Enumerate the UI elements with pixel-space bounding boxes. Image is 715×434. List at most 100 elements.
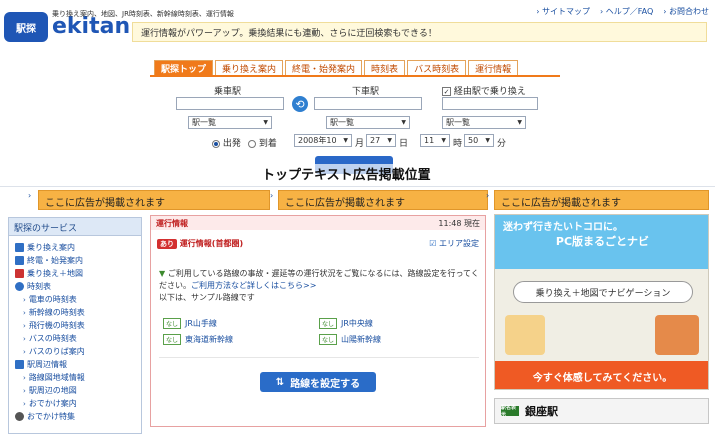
sidebar-item-transfer-map[interactable]: 乗り換え＋地図: [15, 268, 83, 279]
service-info-panel: 運行情報 11:48 現在 あり 運行情報(首都圏) ☑ エリア設定 ▼ ご利用…: [150, 215, 486, 427]
set-route-button[interactable]: ⇅ 路線を設定する: [260, 372, 376, 392]
to-label: 下車駅: [352, 87, 380, 97]
chevron-down-icon: ▼: [387, 137, 392, 144]
map-icon: [15, 269, 24, 278]
ad-slot-2[interactable]: ここに広告が掲載されます: [278, 190, 488, 210]
day-select[interactable]: 27 ▼: [366, 134, 396, 147]
from-station-input[interactable]: [176, 97, 284, 110]
arrow-icon: ›: [600, 7, 604, 16]
ad-slot-3[interactable]: ここに広告が掲載されます: [494, 190, 709, 210]
from-station-list[interactable]: 駅一覧 ▼: [188, 116, 272, 129]
line-item-chuo[interactable]: なし JR中央線: [319, 318, 373, 329]
to-station-list[interactable]: 駅一覧 ▼: [326, 116, 410, 129]
line-item-tokaido-shinkansen[interactable]: なし 東海道新幹線: [163, 334, 233, 345]
arrow-icon: ›: [23, 321, 26, 330]
main-tabs: 駅探トップ 乗り換え案内 終電・始発案内 時刻表 バス時刻表 運行情報: [154, 60, 519, 76]
sidebar-item-transfer[interactable]: 乗り換え案内: [15, 242, 75, 253]
sidebar-item-bus-stop-guide[interactable]: › バスのりば案内: [23, 346, 85, 357]
tab-underline: [150, 75, 560, 77]
month-unit: 月: [355, 139, 365, 149]
train-icon: [15, 243, 24, 252]
ad-headline: 迷わず行きたいトコロに。: [503, 222, 623, 233]
arrow-icon: ›: [23, 347, 26, 356]
arrow-icon: ›: [28, 191, 32, 200]
sidebar-item-route-map[interactable]: › 路線図地域情報: [23, 372, 85, 383]
sidebar-item-flight-timetable[interactable]: › 飛行機の時刻表: [23, 320, 85, 331]
minute-unit: 分: [497, 139, 507, 149]
beginner-icon: ▼: [159, 269, 166, 278]
tab-service-info[interactable]: 運行情報: [468, 60, 519, 76]
sidebar-title: 駅探のサービス: [9, 218, 141, 236]
ad-pill: 乗り換え＋地図でナビゲーション: [513, 281, 693, 303]
contact-link[interactable]: › お問合わせ: [663, 6, 709, 17]
depart-radio[interactable]: [212, 139, 220, 148]
chevron-down-icon: ▼: [263, 119, 268, 126]
arrow-icon: ›: [23, 308, 26, 317]
sidebar-item-station-map[interactable]: › 駅周辺の地図: [23, 385, 77, 396]
ad-slot-1[interactable]: ここに広告が掲載されます: [38, 190, 270, 210]
depart-option[interactable]: 出発: [212, 136, 241, 149]
logo-badge: 駅探: [4, 12, 48, 42]
tab-bus-timetable[interactable]: バス時刻表: [407, 60, 467, 76]
sidebar-item-shinkansen-timetable[interactable]: › 新幹線の時刻表: [23, 307, 85, 318]
top-text-ad-headline: トップテキスト広告掲載位置: [262, 164, 431, 183]
swap-stations-icon[interactable]: ⟲: [292, 96, 308, 112]
arrow-icon: ›: [23, 295, 26, 304]
sidebar-item-last-first-train[interactable]: 終電・始発案内: [15, 255, 83, 266]
hour-select[interactable]: 11 ▼: [420, 134, 450, 147]
sidebar-item-outing-guide[interactable]: › おでかけ案内: [23, 398, 77, 409]
sitemap-link[interactable]: › サイトマップ: [536, 6, 590, 17]
route-icon: ⇅: [275, 376, 285, 388]
from-label: 乗車駅: [214, 87, 242, 97]
area-settings-link[interactable]: ☑ エリア設定: [429, 238, 479, 249]
sidebar-item-timetable[interactable]: 時刻表: [15, 281, 51, 292]
panel-title: 運行情報: [156, 219, 188, 228]
top-links: › サイトマップ › ヘルプ／FAQ › お問合わせ: [536, 6, 709, 17]
station-name: 銀座駅: [525, 405, 558, 418]
arrive-radio[interactable]: [248, 139, 256, 148]
panel-header: 運行情報 11:48 現在: [151, 216, 485, 230]
help-faq-link[interactable]: › ヘルプ／FAQ: [600, 6, 653, 17]
region-link[interactable]: 首都圏: [215, 239, 239, 248]
chevron-down-icon: ▼: [343, 137, 348, 144]
sidebar-item-bus-timetable[interactable]: › バスの時刻表: [23, 333, 77, 344]
arrive-option[interactable]: 到着: [248, 136, 277, 149]
navi-ad-banner[interactable]: 迷わず行きたいトコロに。 PC版まるごとナビ 乗り換え＋地図でナビゲーション 今…: [494, 214, 709, 390]
tab-transfer[interactable]: 乗り換え案内: [215, 60, 284, 76]
via-option[interactable]: ✓ 経由駅で乗り換え: [442, 84, 526, 97]
arrow-icon: ›: [23, 386, 26, 395]
status-badge: なし: [163, 318, 182, 329]
station-box[interactable]: 駅名表示 銀座駅: [494, 398, 709, 424]
divider: [0, 186, 715, 187]
sidebar-item-train-timetable[interactable]: › 電車の時刻表: [23, 294, 77, 305]
day-unit: 日: [399, 139, 409, 149]
tab-timetable[interactable]: 時刻表: [364, 60, 406, 76]
howto-link[interactable]: ご利用方法など詳しくはこちら>>: [191, 281, 316, 290]
chevron-down-icon: ▼: [401, 119, 406, 126]
line-item-yamanote[interactable]: なし JR山手線: [163, 318, 217, 329]
minute-select[interactable]: 50 ▼: [464, 134, 494, 147]
sidebar-item-outing-feature[interactable]: おでかけ特集: [15, 411, 75, 422]
to-station-input[interactable]: [314, 97, 422, 110]
notice-banner[interactable]: 運行情報がパワーアップ。乗換結果にも連動、さらに迂回検索もできる！: [132, 22, 707, 42]
service-links: 乗り換え案内、地図、JR時刻表、新幹線時刻表、運行情報: [52, 10, 234, 18]
tab-last-first-train[interactable]: 終電・始発案内: [285, 60, 363, 76]
ad-subheadline: PC版まるごとナビ: [555, 235, 650, 248]
sidebar-item-station-area[interactable]: 駅周辺情報: [15, 359, 67, 370]
line-item-sanyo-shinkansen[interactable]: なし 山陽新幹線: [319, 334, 381, 345]
hour-unit: 時: [453, 139, 463, 149]
region-line: あり 運行情報(首都圏): [157, 238, 243, 249]
ad-top-band: 迷わず行きたいトコロに。 PC版まるごとナビ: [495, 215, 708, 269]
chevron-down-icon: ▼: [517, 119, 522, 126]
region-title: 運行情報(: [179, 239, 216, 248]
panel-time: 11:48 現在: [438, 219, 480, 228]
tab-ekitan-top[interactable]: 駅探トップ: [154, 60, 214, 76]
page: 駅探 ekitan 乗り換え案内、地図、JR時刻表、新幹線時刻表、運行情報 › …: [0, 0, 715, 434]
building-icon: [15, 360, 24, 369]
year-month-select[interactable]: 2008年10 ▼: [294, 134, 352, 147]
house-illustration: [655, 315, 699, 355]
via-checkbox[interactable]: ✓: [442, 87, 451, 96]
via-station-input[interactable]: [442, 97, 538, 110]
via-station-list[interactable]: 駅一覧 ▼: [442, 116, 526, 129]
arrow-icon: ›: [536, 7, 540, 16]
